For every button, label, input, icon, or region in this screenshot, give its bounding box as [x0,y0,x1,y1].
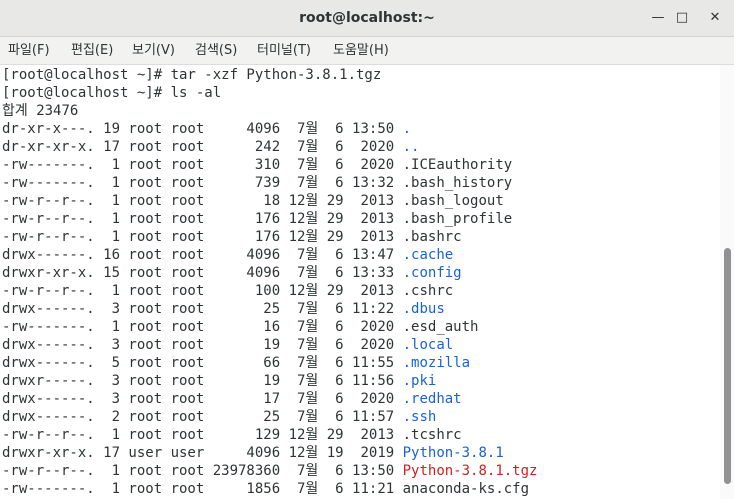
terminal-text: drwxr-xr-x. 15 root root 4096 7월 6 13:33 [2,265,403,281]
directory-name: .mozilla [402,355,471,371]
terminal-text: [root@localhost ~]# tar -xzf Python-3.8.… [2,67,382,83]
terminal-line: drwxr-xr-x. 15 root root 4096 7월 6 13:33… [2,264,462,282]
terminal-text: dr-xr-x---. 19 root root 4096 7월 6 13:50 [2,121,403,137]
terminal-text: -rw-------. 1 root root 739 7월 6 13:32 .… [2,175,513,191]
terminal-text: -rw-r--r--. 1 root root 176 12월 29 2013 … [2,211,513,227]
terminal-line: drwx------. 3 root root 25 7월 6 11:22 .d… [2,300,445,318]
terminal-line: dr-xr-xr-x. 17 root root 242 7월 6 2020 .… [2,138,419,156]
terminal-line: drwx------. 16 root root 4096 7월 6 13:47… [2,246,453,264]
terminal-text: -rw-r--r--. 1 root root 176 12월 29 2013 … [2,229,462,245]
terminal-line: -rw-r--r--. 1 root root 129 12월 29 2013 … [2,426,462,444]
menu-search[interactable]: 검색(S) [195,37,237,64]
window-title: root@localhost:~ [299,10,435,26]
directory-name: .ssh [402,409,437,425]
directory-name: . [402,121,412,137]
terminal-line: -rw-------. 1 root root 1856 7월 6 11:21 … [2,480,529,498]
terminal-text: -rw-r--r--. 1 root root 18 12월 29 2013 .… [2,193,504,209]
terminal-text: -rw-r--r--. 1 root root 129 12월 29 2013 … [2,427,462,443]
title-bar[interactable]: root@localhost:~ — □ ✕ [0,0,734,37]
menu-terminal[interactable]: 터미널(T) [257,37,311,64]
terminal-text: -rw-r--r--. 1 root root 23978360 7월 6 13… [2,463,403,479]
terminal-line: -rw-r--r--. 1 root root 18 12월 29 2013 .… [2,192,504,210]
terminal-text: drwx------. 3 root root 17 7월 6 2020 [2,391,403,407]
terminal-line: -rw-------. 1 root root 310 7월 6 2020 .I… [2,156,512,174]
terminal-text: -rw-r--r--. 1 root root 100 12월 29 2013 … [2,283,454,299]
terminal-line: drwx------. 3 root root 19 7월 6 2020 .lo… [2,336,453,354]
terminal-text: dr-xr-xr-x. 17 root root 242 7월 6 2020 [2,139,403,155]
terminal-line: drwxr-----. 3 root root 19 7월 6 11:56 .p… [2,372,436,390]
terminal-output[interactable]: [root@localhost ~]# tar -xzf Python-3.8.… [0,65,720,499]
terminal-text: 합계 23476 [2,103,79,119]
terminal-text: -rw-------. 1 root root 16 7월 6 2020 .es… [2,319,479,335]
menu-bar: 파일(F) 편집(E) 보기(V) 검색(S) 터미널(T) 도움말(H) [0,37,734,65]
terminal-line: drwx------. 2 root root 25 7월 6 11:57 .s… [2,408,436,426]
terminal-line: drwx------. 3 root root 17 7월 6 2020 .re… [2,390,462,408]
terminal-window: root@localhost:~ — □ ✕ 파일(F) 편집(E) 보기(V)… [0,0,734,499]
terminal-text: -rw-------. 1 root root 310 7월 6 2020 .I… [2,157,513,173]
scrollbar-thumb[interactable] [724,248,731,484]
menu-file[interactable]: 파일(F) [8,37,50,64]
directory-name: .cache [402,247,454,263]
terminal-line: -rw-------. 1 root root 16 7월 6 2020 .es… [2,318,478,336]
terminal-text: -rw-------. 1 root root 1856 7월 6 11:21 … [2,481,530,497]
terminal-line: -rw-r--r--. 1 root root 176 12월 29 2013 … [2,210,512,228]
terminal-text: drwx------. 2 root root 25 7월 6 11:57 [2,409,403,425]
menu-edit[interactable]: 편집(E) [71,37,113,64]
maximize-button[interactable]: □ [673,9,691,27]
directory-name: .. [402,139,420,155]
menu-help[interactable]: 도움말(H) [333,37,389,64]
menu-view[interactable]: 보기(V) [132,37,175,64]
directory-name: Python-3.8.1 [402,445,504,461]
terminal-text: drwx------. 5 root root 66 7월 6 11:55 [2,355,403,371]
scrollbar[interactable] [720,65,734,499]
minimize-button[interactable]: — [649,9,667,27]
terminal-text: [root@localhost ~]# ls -al [2,85,222,101]
directory-name: .redhat [402,391,462,407]
terminal-text: drwxr-----. 3 root root 19 7월 6 11:56 [2,373,403,389]
archive-name: Python-3.8.1.tgz [402,463,538,479]
terminal-line: dr-xr-x---. 19 root root 4096 7월 6 13:50… [2,120,411,138]
close-button[interactable]: ✕ [706,9,724,27]
directory-name: .pki [402,373,437,389]
terminal-line: 합계 23476 [2,102,78,120]
terminal-line: [root@localhost ~]# tar -xzf Python-3.8.… [2,66,381,84]
directory-name: .dbus [402,301,445,317]
terminal-line: drwx------. 5 root root 66 7월 6 11:55 .m… [2,354,470,372]
terminal-text: drwx------. 3 root root 25 7월 6 11:22 [2,301,403,317]
directory-name: .config [402,265,462,281]
terminal-text: drwx------. 16 root root 4096 7월 6 13:47 [2,247,403,263]
directory-name: .local [402,337,454,353]
terminal-line: -rw-------. 1 root root 739 7월 6 13:32 .… [2,174,512,192]
terminal-line: -rw-r--r--. 1 root root 100 12월 29 2013 … [2,282,453,300]
terminal-text: drwxr-xr-x. 17 user user 4096 12월 19 201… [2,445,403,461]
terminal-line: -rw-r--r--. 1 root root 23978360 7월 6 13… [2,462,537,480]
terminal-line: -rw-r--r--. 1 root root 176 12월 29 2013 … [2,228,462,246]
terminal-line: drwxr-xr-x. 17 user user 4096 12월 19 201… [2,444,504,462]
terminal-text: drwx------. 3 root root 19 7월 6 2020 [2,337,403,353]
terminal-line: [root@localhost ~]# ls -al [2,84,221,102]
